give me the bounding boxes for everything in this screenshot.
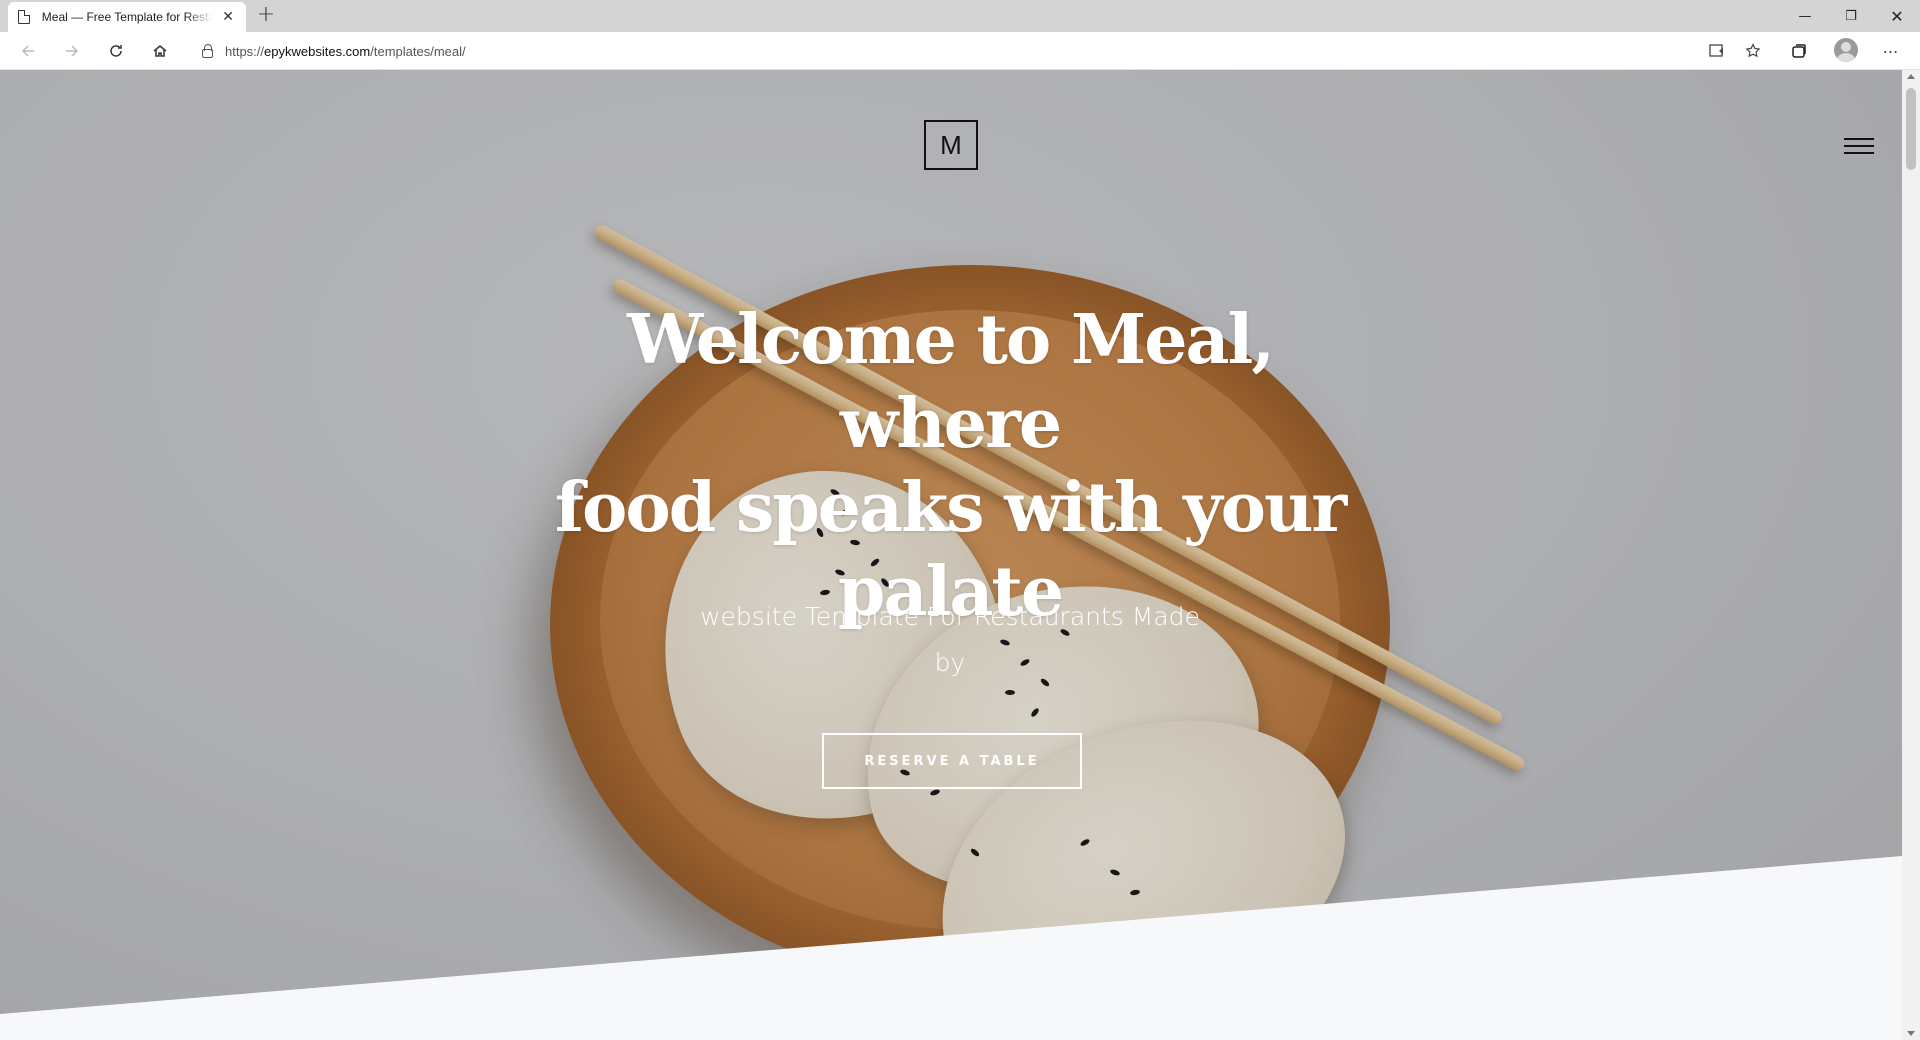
url-text: https://epykwebsites.com/templates/meal/: [225, 43, 466, 59]
profile-icon[interactable]: [1834, 38, 1858, 62]
browser-tab-active[interactable]: Meal — Free Template for Restaurants ✕: [8, 2, 246, 32]
reserve-table-button[interactable]: RESERVE A TABLE: [822, 733, 1082, 789]
hero-headline: Welcome to Meal, where food speaks with …: [510, 298, 1390, 634]
window-close-button[interactable]: ✕: [1874, 0, 1920, 32]
page-scrollbar[interactable]: [1902, 70, 1920, 1040]
hero-subtitle: website Template For Restaurants Made by: [660, 594, 1240, 686]
hero-section: M Welcome to Meal, where food speaks wit…: [0, 70, 1902, 1040]
lock-icon[interactable]: [202, 43, 213, 58]
back-icon: [21, 45, 34, 57]
page-viewport: M Welcome to Meal, where food speaks wit…: [0, 70, 1902, 1040]
headline-line: Welcome to Meal, where: [626, 300, 1275, 464]
forward-button[interactable]: [58, 37, 86, 65]
site-logo[interactable]: M: [924, 120, 978, 170]
subtitle-line: website Template For Restaurants Made: [700, 602, 1200, 631]
scroll-up-arrow-icon[interactable]: [1907, 74, 1915, 79]
window-minimize-button[interactable]: —: [1782, 0, 1828, 32]
favorites-icon[interactable]: [1742, 40, 1764, 62]
subtitle-line[interactable]: by: [935, 648, 966, 677]
back-button[interactable]: [14, 37, 42, 65]
tab-strip: Meal — Free Template for Restaurants ✕ +…: [0, 0, 1920, 32]
forward-icon: [66, 45, 79, 57]
home-button[interactable]: [146, 37, 174, 65]
collections-icon[interactable]: [1788, 40, 1810, 62]
scroll-down-arrow-icon[interactable]: [1907, 1031, 1915, 1036]
home-icon: [153, 45, 167, 57]
reader-icon[interactable]: [1706, 40, 1728, 62]
tab-close-icon[interactable]: ✕: [220, 9, 236, 25]
headline-line: food speaks with your: [554, 468, 1347, 548]
tab-title: Meal — Free Template for Restaurants: [41, 10, 213, 24]
scroll-thumb[interactable]: [1906, 88, 1916, 170]
browser-toolbar: https://epykwebsites.com/templates/meal/…: [0, 32, 1920, 70]
address-bar[interactable]: https://epykwebsites.com/templates/meal/: [190, 36, 1772, 66]
hamburger-menu-icon[interactable]: [1844, 138, 1874, 156]
more-icon[interactable]: ⋯: [1880, 40, 1902, 62]
reload-icon: [110, 45, 122, 57]
new-tab-button[interactable]: +: [254, 4, 278, 28]
reload-button[interactable]: [102, 37, 130, 65]
window-restore-button[interactable]: ❐: [1828, 0, 1874, 32]
page-icon: [18, 9, 31, 24]
